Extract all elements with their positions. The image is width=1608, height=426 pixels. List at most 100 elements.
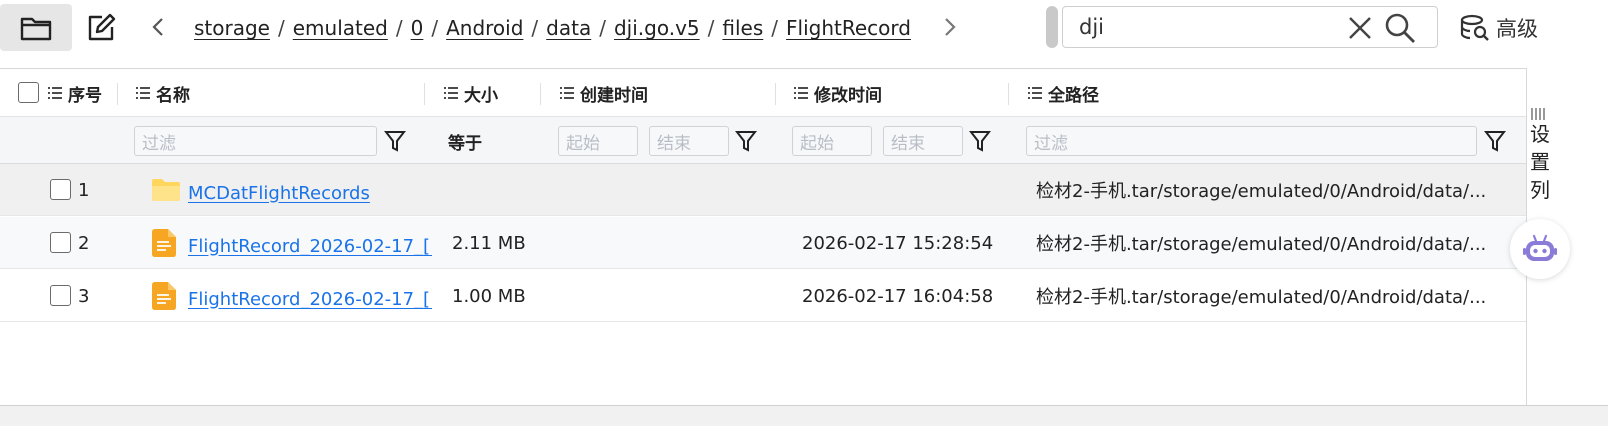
search-button[interactable] xyxy=(1384,12,1418,44)
advanced-search-label: 高级 xyxy=(1496,17,1538,41)
column-header-path[interactable]: 全路径 xyxy=(1028,69,1099,117)
breadcrumb-separator: / xyxy=(277,16,285,40)
row-index: 1 xyxy=(78,179,90,201)
search-icon xyxy=(1385,13,1415,43)
file-size: 1.00 MB xyxy=(452,285,526,307)
filter-icon[interactable] xyxy=(1484,129,1506,153)
clear-search-button[interactable] xyxy=(1346,14,1374,42)
modified-time: 2026-02-17 16:04:58 xyxy=(802,285,994,307)
chevron-right-icon xyxy=(945,18,956,36)
breadcrumb-separator: / xyxy=(771,16,779,40)
filter-icon[interactable] xyxy=(384,129,406,153)
list-icon xyxy=(560,87,574,99)
breadcrumb-item[interactable]: emulated xyxy=(293,16,388,40)
column-divider[interactable] xyxy=(117,83,118,105)
grip-icon[interactable] xyxy=(1530,108,1546,120)
column-header-size[interactable]: 大小 xyxy=(444,69,498,117)
column-header-label: 修改时间 xyxy=(814,85,882,106)
column-header-label: 全路径 xyxy=(1048,85,1099,106)
search-input[interactable] xyxy=(1079,11,1379,43)
column-header-created[interactable]: 创建时间 xyxy=(560,69,648,117)
back-button[interactable] xyxy=(146,12,170,42)
breadcrumb-item[interactable]: files xyxy=(722,16,763,40)
search-box xyxy=(1062,6,1438,48)
breadcrumb-item[interactable]: 0 xyxy=(411,16,424,40)
breadcrumb-item-current[interactable]: FlightRecord xyxy=(786,16,911,40)
robot-icon xyxy=(1523,234,1557,261)
column-settings-button[interactable]: 设置列 xyxy=(1528,120,1552,204)
bottom-status-bar xyxy=(0,405,1608,426)
column-header-modified[interactable]: 修改时间 xyxy=(794,69,882,117)
filter-row: 过滤 等于 起始 结束 起始 结束 过滤 xyxy=(0,117,1526,164)
advanced-search-button[interactable]: 高级 xyxy=(1460,12,1538,44)
forward-button[interactable] xyxy=(938,12,962,42)
table-row[interactable]: 1 MCDatFlightRecords 检材2-手机.tar/storage/… xyxy=(0,164,1526,216)
file-table: 序号 名称 大小 创建时间 修改时间 全路径 过滤 等于 起始 结束 起始 结束… xyxy=(0,68,1526,406)
breadcrumb-item[interactable]: dji.go.v5 xyxy=(614,16,700,40)
toolbar-scroll-handle[interactable] xyxy=(1046,6,1058,48)
toolbar: storage / emulated / 0 / Android / data … xyxy=(0,0,1608,52)
column-divider[interactable] xyxy=(775,83,776,105)
column-divider[interactable] xyxy=(424,83,425,105)
close-icon xyxy=(1349,17,1371,39)
breadcrumb-item[interactable]: Android xyxy=(446,16,523,40)
edit-button[interactable] xyxy=(76,4,126,51)
list-icon xyxy=(1028,87,1042,99)
column-divider[interactable] xyxy=(540,83,541,105)
file-name-link[interactable]: FlightRecord_2026-02-17_[1 xyxy=(188,220,432,272)
list-icon xyxy=(794,87,808,99)
column-header-label: 序号 xyxy=(68,85,102,106)
list-icon xyxy=(444,87,458,99)
modified-end-input[interactable]: 结束 xyxy=(883,126,963,156)
file-icon xyxy=(152,229,176,257)
row-index: 2 xyxy=(78,232,90,254)
row-index: 3 xyxy=(78,285,90,307)
table-row[interactable]: 2 FlightRecord_2026-02-17_[1 2.11 MB 202… xyxy=(0,217,1526,269)
file-icon xyxy=(152,282,176,310)
folder-icon xyxy=(20,17,52,40)
open-folder-button[interactable] xyxy=(0,4,72,51)
file-name-link[interactable]: MCDatFlightRecords xyxy=(188,167,432,219)
created-end-input[interactable]: 结束 xyxy=(649,126,729,156)
breadcrumb-separator: / xyxy=(431,16,439,40)
filter-icon[interactable] xyxy=(969,129,991,153)
assistant-button[interactable] xyxy=(1510,219,1570,279)
modified-start-input[interactable]: 起始 xyxy=(792,126,872,156)
breadcrumb-item[interactable]: storage xyxy=(194,16,270,40)
breadcrumb-separator: / xyxy=(531,16,539,40)
list-icon xyxy=(136,87,150,99)
select-all-checkbox[interactable] xyxy=(18,82,39,103)
list-icon xyxy=(48,87,62,99)
filter-icon[interactable] xyxy=(735,129,757,153)
column-header-name[interactable]: 名称 xyxy=(136,69,190,117)
modified-time xyxy=(802,164,1002,216)
column-header-label: 创建时间 xyxy=(580,85,648,106)
breadcrumb-item[interactable]: data xyxy=(546,16,591,40)
created-start-input[interactable]: 起始 xyxy=(558,126,638,156)
file-name-link[interactable]: FlightRecord_2026-02-17_[1 xyxy=(188,273,432,325)
folder-icon xyxy=(152,179,180,201)
modified-time: 2026-02-17 15:28:54 xyxy=(802,232,994,254)
full-path: 检材2-手机.tar/storage/emulated/0/Android/da… xyxy=(1036,234,1487,255)
chevron-left-icon xyxy=(152,18,163,36)
edit-icon xyxy=(88,13,116,40)
breadcrumb-separator: / xyxy=(707,16,715,40)
full-path: 检材2-手机.tar/storage/emulated/0/Android/da… xyxy=(1036,181,1487,202)
row-checkbox[interactable] xyxy=(50,232,71,253)
advanced-search-icon xyxy=(1460,14,1489,41)
size-filter-operator[interactable]: 等于 xyxy=(448,126,482,156)
column-divider[interactable] xyxy=(1008,83,1009,105)
column-header-label: 名称 xyxy=(156,85,190,106)
row-checkbox[interactable] xyxy=(50,285,71,306)
path-filter-input[interactable]: 过滤 xyxy=(1026,126,1477,156)
column-header-label: 大小 xyxy=(464,85,498,106)
breadcrumb-separator: / xyxy=(599,16,606,40)
table-row[interactable]: 3 FlightRecord_2026-02-17_[1 1.00 MB 202… xyxy=(0,270,1526,322)
file-size xyxy=(452,164,542,216)
table-header: 序号 名称 大小 创建时间 修改时间 全路径 xyxy=(0,69,1526,117)
row-checkbox[interactable] xyxy=(50,179,71,200)
column-header-index[interactable]: 序号 xyxy=(48,69,102,117)
full-path: 检材2-手机.tar/storage/emulated/0/Android/da… xyxy=(1036,287,1487,308)
breadcrumb-separator: / xyxy=(395,16,403,40)
name-filter-input[interactable]: 过滤 xyxy=(134,126,377,156)
